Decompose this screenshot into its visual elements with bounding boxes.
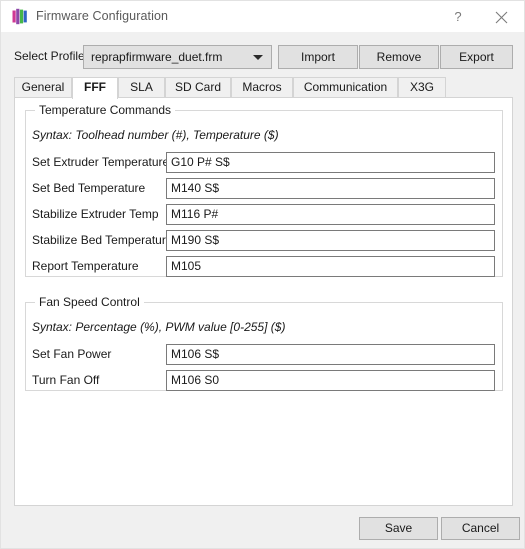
field-row: Set Bed Temperature M140 S$ bbox=[32, 178, 505, 199]
chevron-down-icon bbox=[253, 55, 263, 60]
field-label: Stabilize Extruder Temp bbox=[32, 207, 159, 221]
tab-communication[interactable]: Communication bbox=[293, 77, 398, 98]
cancel-button[interactable]: Cancel bbox=[441, 517, 520, 540]
app-logo-icon bbox=[12, 8, 29, 25]
remove-button[interactable]: Remove bbox=[359, 45, 439, 69]
profile-label: Select Profile: bbox=[14, 49, 89, 63]
import-button[interactable]: Import bbox=[278, 45, 358, 69]
close-icon[interactable] bbox=[482, 1, 520, 32]
group-title: Temperature Commands bbox=[35, 103, 176, 117]
help-button[interactable]: ? bbox=[439, 1, 477, 32]
profile-bar: Select Profile: reprapfirmware_duet.frm … bbox=[1, 45, 524, 69]
field-row: Stabilize Extruder Temp M116 P# bbox=[32, 204, 505, 225]
field-row: Turn Fan Off M106 S0 bbox=[32, 370, 505, 391]
fff-tab-panel: Temperature Commands Syntax: Toolhead num… bbox=[14, 97, 513, 506]
tab-x3g[interactable]: X3G bbox=[398, 77, 446, 98]
field-label: Stabilize Bed Temperature bbox=[32, 233, 173, 247]
field-row: Set Extruder Temperature G10 P# S$ bbox=[32, 152, 505, 173]
tab-sd-card[interactable]: SD Card bbox=[165, 77, 231, 98]
input-set-bed-temperature[interactable]: M140 S$ bbox=[166, 178, 495, 199]
syntax-hint: Syntax: Toolhead number (#), Temperature… bbox=[32, 128, 279, 142]
syntax-hint: Syntax: Percentage (%), PWM value [0-255… bbox=[32, 320, 286, 334]
input-stabilize-bed-temperature[interactable]: M190 S$ bbox=[166, 230, 495, 251]
field-label: Set Extruder Temperature bbox=[32, 155, 170, 169]
tab-general[interactable]: General bbox=[14, 77, 72, 98]
tab-fff[interactable]: FFF bbox=[72, 77, 118, 99]
profile-dropdown[interactable]: reprapfirmware_duet.frm bbox=[83, 45, 272, 69]
input-set-fan-power[interactable]: M106 S$ bbox=[166, 344, 495, 365]
group-title: Fan Speed Control bbox=[35, 295, 144, 309]
input-report-temperature[interactable]: M105 bbox=[166, 256, 495, 277]
input-set-extruder-temperature[interactable]: G10 P# S$ bbox=[166, 152, 495, 173]
export-button[interactable]: Export bbox=[440, 45, 513, 69]
tab-strip: General FFF SLA SD Card Macros Communication X… bbox=[14, 77, 513, 99]
tab-sla[interactable]: SLA bbox=[118, 77, 165, 98]
field-label: Set Fan Power bbox=[32, 347, 112, 361]
group-fan-speed-control: Fan Speed Control Syntax: Percentage (%),… bbox=[25, 295, 505, 391]
tab-macros[interactable]: Macros bbox=[231, 77, 293, 98]
profile-selected-value: reprapfirmware_duet.frm bbox=[91, 50, 223, 64]
field-row: Set Fan Power M106 S$ bbox=[32, 344, 505, 365]
firmware-configuration-window: Firmware Configuration ? Select Profile:… bbox=[0, 0, 525, 549]
field-label: Turn Fan Off bbox=[32, 373, 100, 387]
group-temperature-commands: Temperature Commands Syntax: Toolhead num… bbox=[25, 103, 505, 277]
input-turn-fan-off[interactable]: M106 S0 bbox=[166, 370, 495, 391]
field-label: Report Temperature bbox=[32, 259, 139, 273]
save-button[interactable]: Save bbox=[359, 517, 438, 540]
input-stabilize-extruder-temp[interactable]: M116 P# bbox=[166, 204, 495, 225]
window-title: Firmware Configuration bbox=[36, 9, 169, 23]
field-row: Stabilize Bed Temperature M190 S$ bbox=[32, 230, 505, 251]
field-row: Report Temperature M105 bbox=[32, 256, 505, 277]
field-label: Set Bed Temperature bbox=[32, 181, 146, 195]
title-bar: Firmware Configuration ? bbox=[1, 1, 524, 32]
